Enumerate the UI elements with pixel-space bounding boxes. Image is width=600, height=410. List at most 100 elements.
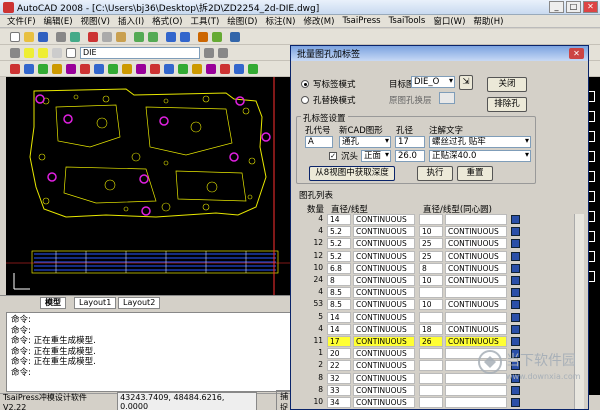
menu-format[interactable]: 格式(O) (149, 15, 185, 27)
counterbore-diameter-input[interactable]: 26.0 (395, 150, 425, 162)
sun-icon[interactable] (38, 48, 48, 58)
layer-select[interactable]: DIE (80, 47, 200, 59)
tool-icon-9[interactable] (122, 64, 132, 74)
save-row-icon[interactable] (511, 324, 520, 334)
tool-icon-3[interactable] (38, 64, 48, 74)
save-icon[interactable] (38, 32, 48, 42)
save-row-icon[interactable] (511, 300, 520, 310)
tool-icon-6[interactable] (80, 64, 90, 74)
undo-icon[interactable] (134, 32, 144, 42)
pick-layer-button[interactable]: ⇲ (459, 75, 473, 90)
lightbulb-icon[interactable] (24, 48, 34, 58)
exclude-holes-button[interactable]: 排除孔 (487, 97, 527, 112)
hole-row[interactable]: 10 6.8 CONTINUOUS 8 CONTINUOUS (307, 262, 535, 276)
counterbore-side-select[interactable]: 正面 (361, 150, 391, 162)
save-row-icon[interactable] (511, 288, 520, 298)
execute-button[interactable]: 执行 (417, 166, 453, 181)
tool-icon-17[interactable] (234, 64, 244, 74)
hole-row[interactable]: 4 8.5 CONTINUOUS (307, 287, 535, 300)
hole-row[interactable]: 10 34 CONTINUOUS (307, 397, 535, 409)
save-row-icon[interactable] (511, 239, 520, 249)
tool-icon-14[interactable] (192, 64, 202, 74)
save-row-icon[interactable] (511, 227, 520, 237)
hole-row[interactable]: 24 8 CONTINUOUS 10 CONTINUOUS (307, 275, 535, 288)
hole-row[interactable]: 12 5.2 CONTINUOUS 25 CONTINUOUS (307, 250, 535, 264)
tool-icon-18[interactable] (248, 64, 258, 74)
hole-row[interactable]: 4 14 CONTINUOUS (307, 214, 535, 227)
counterbore-note-select[interactable]: 正贴深40.0 (429, 150, 531, 162)
tool-icon-10[interactable] (136, 64, 146, 74)
tool-icon-7[interactable] (94, 64, 104, 74)
tab-model[interactable]: 模型 (40, 297, 66, 309)
hole-type-select[interactable]: 通孔 (339, 136, 391, 148)
menu-help[interactable]: 帮助(H) (470, 15, 506, 27)
dialog-close-icon[interactable]: ✕ (569, 48, 584, 59)
hole-row[interactable]: 12 5.2 CONTINUOUS 25 CONTINUOUS (307, 238, 535, 251)
note-select[interactable]: 螺丝过孔 贴牢 (429, 136, 531, 148)
tool-icon-4[interactable] (52, 64, 62, 74)
open-folder-icon[interactable] (24, 32, 34, 42)
command-window[interactable]: 命令: 命令: 命令: 正在重生成模型. 命令: 正在重生成模型. 命令: 正在… (6, 312, 298, 392)
print-icon[interactable] (56, 32, 66, 42)
tab-layout1[interactable]: Layout1 (74, 297, 117, 309)
tool-icon-12[interactable] (164, 64, 174, 74)
menu-draw[interactable]: 绘图(D) (224, 15, 260, 27)
close-window-button[interactable]: ✕ (583, 1, 598, 13)
save-row-icon[interactable] (511, 215, 520, 224)
menu-view[interactable]: 视图(V) (78, 15, 113, 27)
menu-edit[interactable]: 编辑(E) (41, 15, 76, 27)
zoom-icon[interactable] (180, 32, 190, 42)
menu-tsaitools[interactable]: TsaiTools (386, 16, 429, 26)
target-layer-select[interactable]: DIE_O (411, 76, 455, 88)
menu-file[interactable]: 文件(F) (4, 15, 39, 27)
hole-row[interactable]: 4 5.2 CONTINUOUS 10 CONTINUOUS (307, 226, 535, 239)
drawing-canvas[interactable] (6, 77, 290, 295)
hole-row[interactable]: 4 14 CONTINUOUS 18 CONTINUOUS (307, 323, 535, 337)
hole-row[interactable]: 53 8.5 CONTINUOUS 10 CONTINUOUS (307, 299, 535, 312)
save-row-icon[interactable] (511, 251, 520, 261)
menu-tools[interactable]: 工具(T) (187, 15, 222, 27)
tool-icon-11[interactable] (150, 64, 160, 74)
menu-insert[interactable]: 插入(I) (115, 15, 147, 27)
help-icon[interactable] (230, 32, 240, 42)
tab-layout2[interactable]: Layout2 (118, 297, 161, 309)
hole-code-input[interactable]: A (305, 136, 333, 148)
close-button[interactable]: 关闭 (487, 77, 527, 92)
hole-row[interactable]: 5 14 CONTINUOUS (307, 311, 535, 325)
layer-previous-icon[interactable] (204, 48, 214, 58)
properties-icon[interactable] (198, 32, 208, 42)
cut-icon[interactable] (88, 32, 98, 42)
menu-modify[interactable]: 修改(M) (300, 15, 337, 27)
design-center-icon[interactable] (212, 32, 222, 42)
redo-icon[interactable] (148, 32, 158, 42)
tool-icon-2[interactable] (24, 64, 34, 74)
new-file-icon[interactable] (10, 32, 20, 42)
copy-icon[interactable] (102, 32, 112, 42)
mode-replace-radio[interactable] (301, 96, 309, 104)
menu-dimension[interactable]: 标注(N) (262, 15, 298, 27)
save-row-icon[interactable] (511, 398, 520, 407)
mode-write-radio[interactable] (301, 80, 309, 88)
tool-icon-1[interactable] (10, 64, 20, 74)
minimize-button[interactable]: _ (549, 1, 564, 13)
tool-icon-8[interactable] (108, 64, 118, 74)
save-row-icon[interactable] (511, 276, 520, 285)
tool-icon-13[interactable] (178, 64, 188, 74)
preview-icon[interactable] (70, 32, 80, 42)
tool-icon-15[interactable] (206, 64, 216, 74)
paste-icon[interactable] (116, 32, 126, 42)
color-swatch-icon[interactable] (66, 48, 76, 58)
lock-icon[interactable] (52, 48, 62, 58)
tool-icon-5[interactable] (66, 64, 76, 74)
diameter-input[interactable]: 17 (395, 136, 425, 148)
save-row-icon[interactable] (511, 312, 520, 322)
tool-icon-16[interactable] (220, 64, 230, 74)
layer-manager-icon[interactable] (10, 48, 20, 58)
menu-window[interactable]: 窗口(W) (430, 15, 468, 27)
save-row-icon[interactable] (511, 263, 520, 273)
get-depth-button[interactable]: 从8视图中获取深度 (309, 166, 395, 181)
maximize-button[interactable]: □ (566, 1, 581, 13)
reset-button[interactable]: 重置 (457, 166, 493, 181)
save-row-icon[interactable] (511, 337, 520, 346)
pan-icon[interactable] (166, 32, 176, 42)
